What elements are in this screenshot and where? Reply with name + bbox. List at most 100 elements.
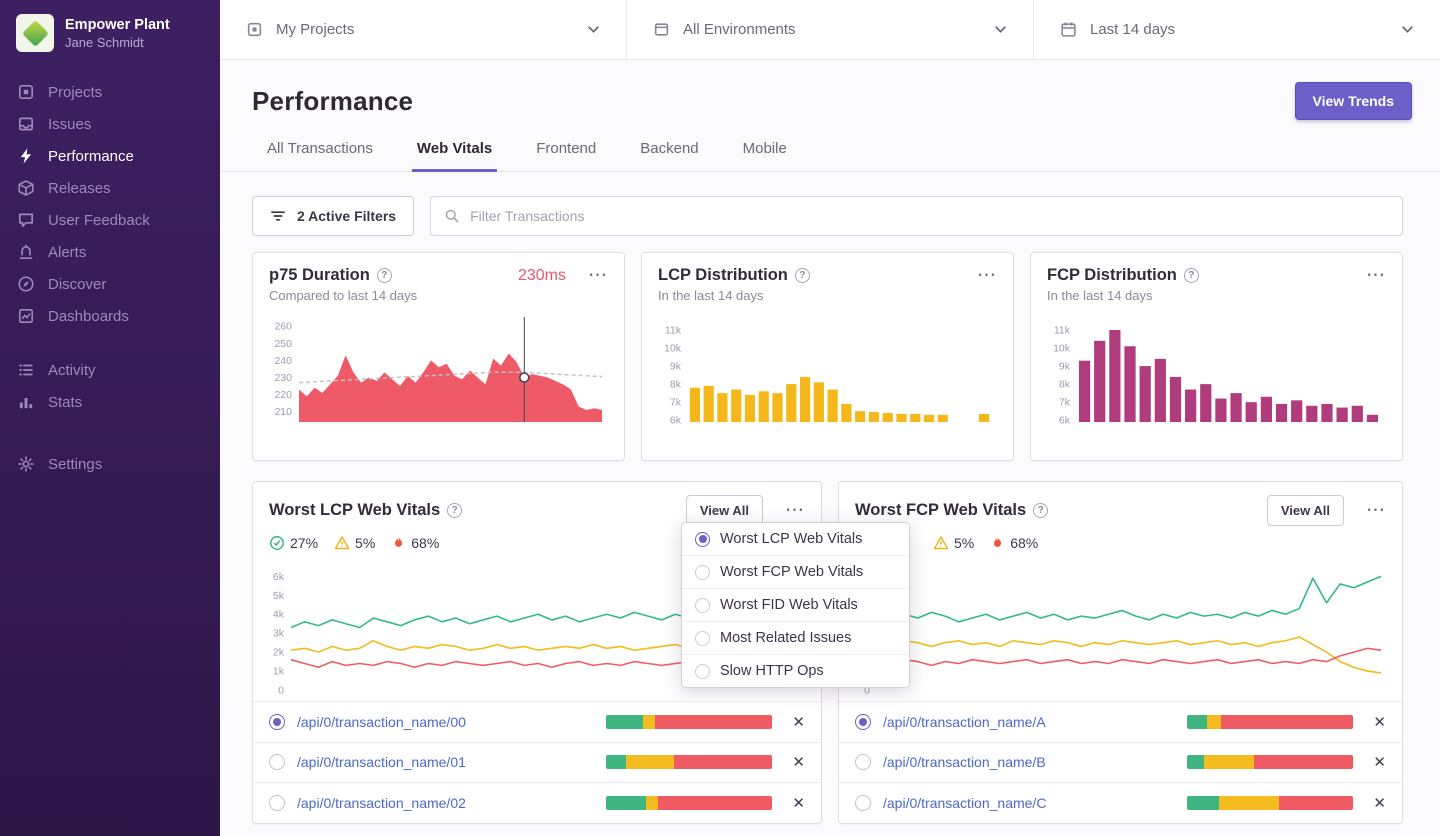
date-range-dropdown[interactable]: Last 14 days [1034, 0, 1440, 59]
svg-text:210: 210 [274, 406, 292, 418]
view-all-button[interactable]: View All [1267, 495, 1344, 526]
vitals-stacked-bar [606, 796, 772, 810]
card-title: Worst LCP Web Vitals [269, 501, 440, 520]
sidebar-item-user-feedback[interactable]: User Feedback [17, 204, 203, 236]
overflow-menu-icon[interactable]: ⋯ [1366, 506, 1386, 516]
filter-icon [270, 208, 286, 224]
overflow-menu-icon[interactable]: ⋯ [588, 271, 608, 281]
p75-value: 230ms [518, 267, 566, 285]
help-icon[interactable]: ? [1184, 268, 1199, 283]
close-icon[interactable]: ✕ [1373, 753, 1386, 771]
menu-item-most-related-issues[interactable]: Most Related Issues [682, 622, 909, 655]
vitals-stats: 5% 68% [839, 526, 1402, 551]
svg-text:1k: 1k [273, 666, 285, 678]
sidebar-item-dashboards[interactable]: Dashboards [17, 300, 203, 332]
transaction-link[interactable]: /api/0/transaction_name/B [883, 754, 1046, 770]
tab-frontend[interactable]: Frontend [531, 140, 601, 172]
tabs: All Transactions Web Vitals Frontend Bac… [262, 140, 1412, 171]
view-trends-button[interactable]: View Trends [1295, 82, 1412, 120]
vitals-stacked-bar [606, 715, 772, 729]
sidebar-item-alerts[interactable]: Alerts [17, 236, 203, 268]
tab-all-transactions[interactable]: All Transactions [262, 140, 378, 172]
svg-text:6k: 6k [1059, 415, 1071, 427]
svg-text:2k: 2k [273, 647, 285, 659]
sidebar-item-performance[interactable]: Performance [17, 140, 203, 172]
row-radio[interactable] [855, 754, 871, 770]
close-icon[interactable]: ✕ [792, 753, 805, 771]
page-header: Performance View Trends All Transactions… [220, 60, 1440, 172]
meh-stat: 5% [334, 535, 375, 551]
sidebar-item-releases[interactable]: Releases [17, 172, 203, 204]
svg-text:11k: 11k [665, 325, 682, 337]
sidebar-item-issues[interactable]: Issues [17, 108, 203, 140]
sidebar-item-settings[interactable]: Settings [17, 448, 203, 480]
tab-backend[interactable]: Backend [635, 140, 703, 172]
sidebar-item-label: Stats [48, 394, 82, 411]
overflow-menu-icon[interactable]: ⋯ [977, 271, 997, 281]
menu-item-worst-fid[interactable]: Worst FID Web Vitals [682, 589, 909, 622]
row-radio[interactable] [269, 754, 285, 770]
search-input[interactable] [470, 208, 1389, 224]
svg-text:6k: 6k [273, 571, 285, 583]
vitals-stacked-bar [1187, 796, 1353, 810]
row-radio[interactable] [269, 714, 285, 730]
sidebar-item-label: Activity [48, 362, 96, 379]
sidebar-item-discover[interactable]: Discover [17, 268, 203, 300]
project-filter-icon [246, 21, 263, 38]
sidebar-item-label: Releases [48, 180, 111, 197]
close-icon[interactable]: ✕ [792, 713, 805, 731]
project-filter-dropdown[interactable]: My Projects [220, 0, 627, 59]
close-icon[interactable]: ✕ [792, 794, 805, 812]
transaction-link[interactable]: /api/0/transaction_name/C [883, 795, 1046, 811]
sidebar-item-stats[interactable]: Stats [17, 386, 203, 418]
good-segment [606, 755, 626, 769]
worst-fcp-card: Worst FCP Web Vitals ? View All ⋯ 5% [838, 481, 1403, 824]
help-icon[interactable]: ? [1033, 503, 1048, 518]
help-icon[interactable]: ? [377, 268, 392, 283]
org-switcher[interactable]: Empower Plant Jane Schmidt [0, 14, 220, 52]
menu-item-slow-http-ops[interactable]: Slow HTTP Ops [682, 655, 909, 687]
overflow-menu-icon[interactable]: ⋯ [1366, 271, 1386, 281]
content-area: 2 Active Filters p75 Duration ? [220, 172, 1440, 834]
close-icon[interactable]: ✕ [1373, 794, 1386, 812]
good-segment [606, 715, 643, 729]
vitals-stacked-bar [1187, 755, 1353, 769]
transaction-link[interactable]: /api/0/transaction_name/A [883, 714, 1046, 730]
meh-segment [626, 755, 674, 769]
sidebar-item-label: Discover [48, 276, 106, 293]
svg-text:8k: 8k [670, 379, 682, 391]
overflow-menu-icon[interactable]: ⋯ [785, 506, 805, 516]
page-title: Performance [252, 86, 1412, 117]
active-filters-button[interactable]: 2 Active Filters [252, 196, 414, 236]
vitals-summary-cards: p75 Duration ? 230ms ⋯ Compared to last … [252, 252, 1403, 461]
help-icon[interactable]: ? [447, 503, 462, 518]
org-name: Empower Plant [65, 16, 170, 34]
row-radio[interactable] [269, 795, 285, 811]
svg-text:10k: 10k [664, 343, 682, 355]
sidebar-item-projects[interactable]: Projects [17, 76, 203, 108]
releases-icon [17, 179, 35, 197]
vitals-selector-dropdown: Worst LCP Web Vitals Worst FCP Web Vital… [681, 522, 910, 688]
menu-item-worst-fcp[interactable]: Worst FCP Web Vitals [682, 556, 909, 589]
environment-filter-dropdown[interactable]: All Environments [627, 0, 1034, 59]
help-icon[interactable]: ? [795, 268, 810, 283]
menu-item-worst-lcp[interactable]: Worst LCP Web Vitals [682, 523, 909, 556]
card-subtitle: In the last 14 days [1047, 288, 1386, 303]
tab-mobile[interactable]: Mobile [738, 140, 792, 172]
sidebar-item-label: Issues [48, 116, 91, 133]
row-radio[interactable] [855, 795, 871, 811]
transaction-link[interactable]: /api/0/transaction_name/00 [297, 714, 466, 730]
transaction-link[interactable]: /api/0/transaction_name/01 [297, 754, 466, 770]
card-title: FCP Distribution [1047, 266, 1177, 285]
good-segment [1187, 796, 1219, 810]
good-stat: 27% [269, 535, 318, 551]
sidebar-item-activity[interactable]: Activity [17, 354, 203, 386]
discover-icon [17, 275, 35, 293]
close-icon[interactable]: ✕ [1373, 713, 1386, 731]
row-radio[interactable] [855, 714, 871, 730]
org-logo [16, 14, 54, 52]
table-row: /api/0/transaction_name/B ✕ [839, 742, 1402, 783]
svg-text:10k: 10k [1053, 343, 1071, 355]
transaction-link[interactable]: /api/0/transaction_name/02 [297, 795, 466, 811]
tab-web-vitals[interactable]: Web Vitals [412, 140, 497, 172]
